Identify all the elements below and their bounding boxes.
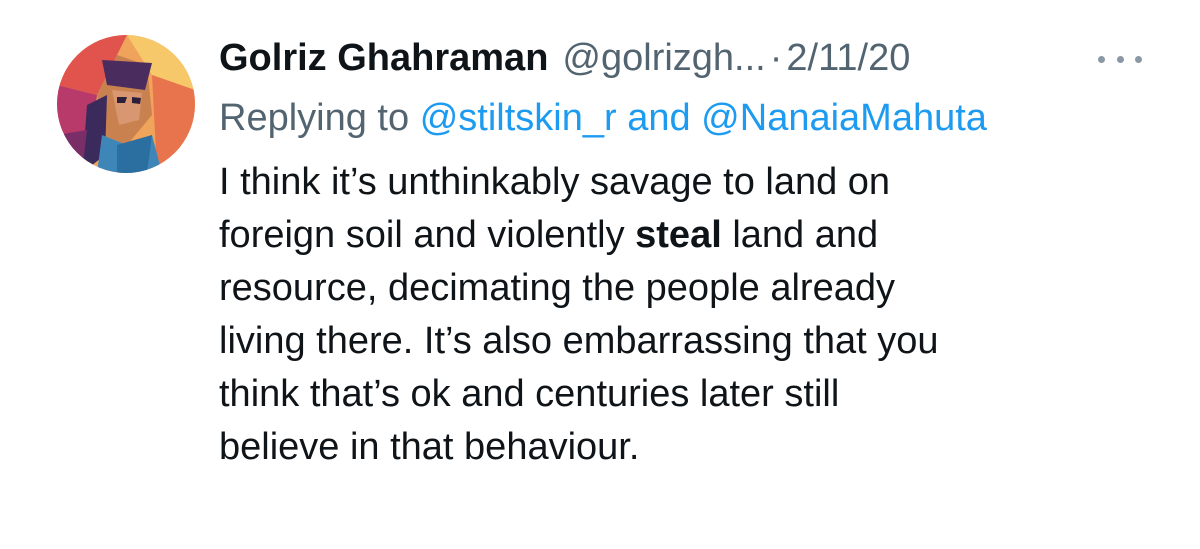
reply-mention-link[interactable]: @NanaiaMahuta: [701, 97, 987, 139]
tweet-text-segment: foreign soil and violently: [219, 214, 636, 256]
tweet-text-line: I think it’s unthinkably savage to land …: [219, 161, 891, 203]
tweet-text-segment: land and: [721, 214, 879, 256]
tweet-text-line: living there. It’s also embarrassing tha…: [219, 320, 939, 362]
tweet-text-line: foreign soil and violently steal land an…: [219, 209, 1179, 262]
author-avatar[interactable]: [57, 35, 195, 173]
tweet-text-line: resource, decimating the people already: [219, 267, 895, 309]
reply-prefix: Replying to: [219, 97, 410, 139]
tweet[interactable]: Golriz Ghahraman @golrizgh... · 2/11/20 …: [0, 0, 1200, 549]
more-options-icon[interactable]: [1098, 44, 1142, 74]
more-dot: [1098, 55, 1105, 63]
more-dot: [1116, 55, 1124, 63]
tweet-text: I think it’s unthinkably savage to land …: [219, 156, 1179, 474]
tweet-date[interactable]: 2/11/20: [786, 26, 910, 90]
tweet-header: Golriz Ghahraman @golrizgh... · 2/11/20: [219, 26, 1179, 90]
tweet-text-line: think that’s ok and centuries later stil…: [219, 373, 840, 415]
reply-context: Replying to @stiltskin_r and @NanaiaMahu…: [219, 90, 1179, 146]
more-dot: [1135, 55, 1142, 63]
reply-mention-link[interactable]: @stiltskin_r: [420, 97, 617, 139]
tweet-text-line: believe in that behaviour.: [219, 426, 640, 468]
tweet-content: Golriz Ghahraman @golrizgh... · 2/11/20 …: [219, 26, 1179, 474]
author-display-name[interactable]: Golriz Ghahraman: [219, 26, 548, 90]
header-separator: ·: [769, 37, 783, 79]
author-handle[interactable]: @golrizgh...: [562, 26, 765, 90]
profile-avatar-image: [57, 35, 195, 173]
tweet-text-bold: steal: [635, 214, 722, 256]
reply-joiner[interactable]: and: [627, 97, 690, 139]
